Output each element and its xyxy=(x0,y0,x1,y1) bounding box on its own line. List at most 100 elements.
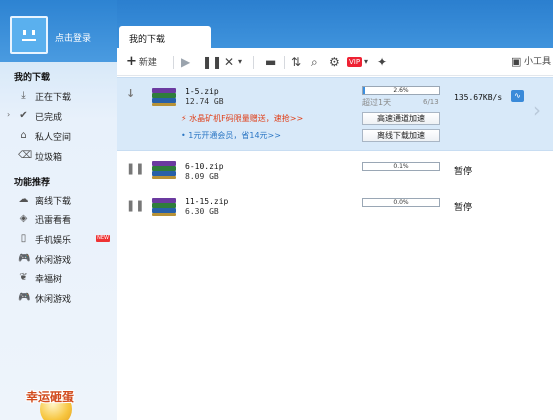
sidebar: 点击登录 我的下载 ⤓ 正在下载 › ✔ 已完成 ⌂ 私人空间 ⌫ 垃圾箱 功能… xyxy=(0,0,117,420)
pause-icon[interactable]: ❚❚ xyxy=(126,199,144,212)
lucky-egg-label: 幸运砸蛋 xyxy=(26,390,75,404)
download-row[interactable]: ↓ 1-5.zip 12.74 GB ⚡ 水晶矿机F码限量赠送，速抢>> • 1… xyxy=(117,77,553,151)
progress-label: 0.1% xyxy=(393,163,409,170)
vip-dropdown-chevron-icon[interactable]: ▾ xyxy=(364,55,368,69)
status-text: 暂停 xyxy=(454,167,473,177)
play-shield-icon: ◈ xyxy=(19,213,28,224)
sidebar-item-label: 垃圾箱 xyxy=(35,153,63,163)
sidebar-item-label: 幸福树 xyxy=(35,275,63,285)
lightning-icon: ⚡ xyxy=(181,114,187,123)
file-size: 12.74 GB xyxy=(185,97,224,106)
plus-icon: + xyxy=(126,54,137,69)
search-icon[interactable]: ⌕ xyxy=(311,55,318,69)
phone-icon: ▯ xyxy=(20,233,27,244)
high-speed-channel-button[interactable]: 高速通道加速 xyxy=(362,112,440,125)
promo-link[interactable]: ⚡ 水晶矿机F码限量赠送，速抢>> xyxy=(181,113,303,124)
main-panel: 我的下载 + 新建 ▶ ❚❚ ✕ ▾ ▬ ⇅ ⌕ ⚙ VIP ▾ ✦ ▣ 小工具 … xyxy=(117,0,553,420)
sidebar-item-label: 正在下载 xyxy=(35,93,72,103)
new-badge: NEW xyxy=(96,235,110,242)
new-task-button[interactable]: + 新建 xyxy=(126,55,157,69)
progress-label: 0.0% xyxy=(393,199,409,206)
promo-text: 水晶矿机F码限量赠送，速抢>> xyxy=(189,114,304,123)
status-text: 暂停 xyxy=(454,203,473,213)
folder-icon[interactable]: ▬ xyxy=(265,55,276,69)
gear-icon[interactable]: ⚙ xyxy=(329,55,340,69)
sidebar-item-label: 已完成 xyxy=(35,113,63,123)
user-area: 点击登录 xyxy=(0,0,117,62)
sidebar-item-label: 离线下载 xyxy=(35,197,72,207)
expand-arrow-icon: › xyxy=(7,110,11,119)
trash-icon: ⌫ xyxy=(18,150,33,161)
file-name: 6-10.zip xyxy=(185,162,224,171)
download-row[interactable]: ❚❚ 6-10.zip 8.09 GB 0.1% 暂停 xyxy=(117,153,553,191)
sidebar-item-label: 手机娱乐 xyxy=(35,236,72,246)
eta: 超过1天 xyxy=(362,98,392,107)
progress-label: 2.6% xyxy=(393,87,409,94)
chevron-right-icon[interactable]: › xyxy=(533,98,541,122)
section-my-downloads: 我的下载 xyxy=(14,73,51,83)
login-link[interactable]: 点击登录 xyxy=(55,31,91,44)
sidebar-item-mobile-fun[interactable]: ▯ 手机娱乐 NEW xyxy=(0,229,117,248)
file-name: 11-15.zip xyxy=(185,197,229,206)
sidebar-item-label: 私人空间 xyxy=(35,133,72,143)
avatar-eye-right xyxy=(32,30,35,35)
delete-icon[interactable]: ✕ xyxy=(224,55,234,69)
progress-bar: 0.1% xyxy=(362,162,440,171)
sidebar-item-trash[interactable]: ⌫ 垃圾箱 xyxy=(0,146,117,165)
toolbar-divider xyxy=(173,56,174,69)
sort-icon[interactable]: ⇅ xyxy=(291,55,301,69)
file-size: 8.09 GB xyxy=(185,172,219,181)
download-row[interactable]: ❚❚ 11-15.zip 6.30 GB 0.0% 暂停 xyxy=(117,190,553,228)
section-features: 功能推荐 xyxy=(14,178,51,188)
download-speed: 135.67KB/s xyxy=(454,93,503,102)
gamepad-icon: 🎮 xyxy=(18,292,31,303)
delete-dropdown-chevron-icon[interactable]: ▾ xyxy=(238,55,242,69)
file-name: 1-5.zip xyxy=(185,87,219,96)
sidebar-item-private-space[interactable]: ⌂ 私人空间 xyxy=(0,126,117,145)
new-task-label: 新建 xyxy=(138,58,157,68)
download-icon: ⤓ xyxy=(21,90,26,101)
toolbox-icon[interactable]: ▣ xyxy=(511,55,521,69)
leaf-icon: ❦ xyxy=(19,272,28,283)
sidebar-item-completed[interactable]: › ✔ 已完成 xyxy=(0,106,117,125)
toolbar-divider xyxy=(253,56,254,69)
toolbar-divider xyxy=(284,56,285,69)
gamepad-icon[interactable]: ✦ xyxy=(377,55,387,69)
tab-my-downloads[interactable]: 我的下载 xyxy=(119,26,211,48)
winrar-archive-icon xyxy=(152,198,176,216)
lock-icon: ⌂ xyxy=(20,130,27,141)
pause-icon[interactable]: ❚❚ xyxy=(126,162,144,175)
downloading-arrow-icon[interactable]: ↓ xyxy=(126,87,135,100)
file-size: 6.30 GB xyxy=(185,207,219,216)
sidebar-item-label: 迅雷看看 xyxy=(35,216,72,226)
winrar-archive-icon xyxy=(152,88,176,106)
progress-bar: 2.6% xyxy=(362,86,440,95)
progress-bar: 0.0% xyxy=(362,198,440,207)
lucky-egg-banner[interactable]: 幸运砸蛋 xyxy=(22,382,94,420)
sidebar-item-casual-games[interactable]: 🎮 休闲游戏 xyxy=(0,249,117,268)
gamepad-icon: 🎮 xyxy=(18,253,31,264)
avatar-eye-left xyxy=(23,30,26,35)
sidebar-item-casual-games-2[interactable]: 🎮 休闲游戏 xyxy=(0,288,117,307)
sidebar-item-label: 休闲游戏 xyxy=(35,295,72,305)
sidebar-item-offline-download[interactable]: ☁ 离线下载 xyxy=(0,190,117,209)
avatar-mouth xyxy=(22,39,36,41)
tab-label: 我的下载 xyxy=(129,35,166,45)
vip-promo-link[interactable]: • 1元开通会员，省14元>> xyxy=(181,130,281,141)
pause-icon[interactable]: ❚❚ xyxy=(202,55,222,69)
sidebar-item-lucky-tree[interactable]: ❦ 幸福树 xyxy=(0,268,117,287)
tab-bar: 我的下载 xyxy=(117,0,553,48)
speed-chart-icon[interactable]: ∿ xyxy=(511,90,524,102)
vip-badge[interactable]: VIP xyxy=(347,57,363,67)
start-icon[interactable]: ▶ xyxy=(181,55,190,69)
sidebar-item-label: 休闲游戏 xyxy=(35,256,72,266)
avatar[interactable] xyxy=(10,16,48,54)
checkmark-icon: ✔ xyxy=(19,110,28,121)
toolbar: + 新建 ▶ ❚❚ ✕ ▾ ▬ ⇅ ⌕ ⚙ VIP ▾ ✦ ▣ 小工具 xyxy=(117,48,553,76)
sidebar-item-downloading[interactable]: ⤓ 正在下载 xyxy=(0,86,117,105)
small-tools-label[interactable]: 小工具 xyxy=(524,55,551,69)
sidebar-item-xunlei-watch[interactable]: ◈ 迅雷看看 xyxy=(0,209,117,228)
cloud-icon: ☁ xyxy=(18,194,29,205)
segments: 6/13 xyxy=(423,98,439,106)
offline-accel-button[interactable]: 离线下载加速 xyxy=(362,129,440,142)
